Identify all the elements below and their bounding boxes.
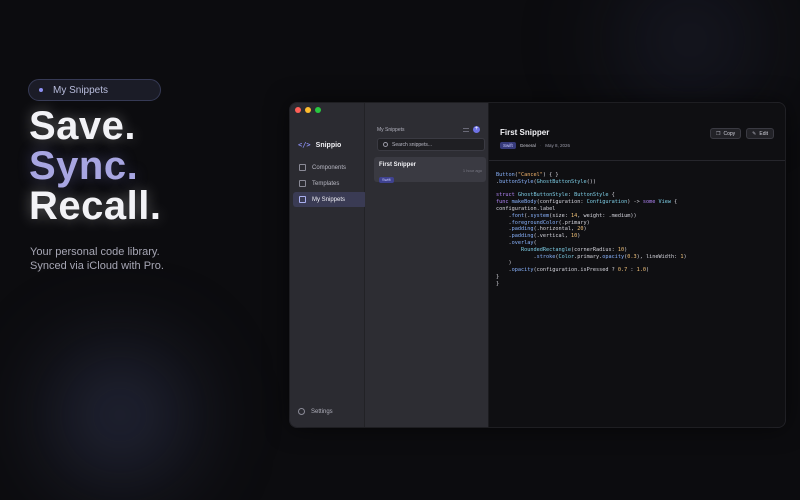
pill-label: My Snippets — [53, 84, 109, 96]
edit-label: Edit — [759, 130, 768, 137]
search-input[interactable] — [392, 141, 482, 148]
settings-button[interactable]: Settings — [298, 408, 333, 415]
hero-line-2: Sync. — [29, 144, 139, 188]
copy-button[interactable]: ❐ Copy — [710, 128, 742, 139]
zoom-window-button[interactable] — [315, 107, 321, 113]
detail-title: First Snipper — [500, 128, 550, 137]
tagline-line-2: Synced via iCloud with Pro. — [30, 260, 164, 272]
search-icon — [383, 142, 388, 147]
grid-icon — [299, 164, 306, 171]
sidebar-item-templates[interactable]: Templates — [293, 176, 367, 191]
minimize-window-button[interactable] — [305, 107, 311, 113]
detail-actions: ❐ Copy ✎ Edit — [710, 128, 774, 139]
sidebar-item-label: Templates — [312, 180, 340, 187]
add-snippet-button[interactable]: + — [473, 126, 480, 133]
sidebar-item-label: My Snippets — [312, 196, 346, 203]
edit-button[interactable]: ✎ Edit — [746, 128, 774, 139]
meta-separator: · — [539, 143, 542, 148]
pill-dot-icon — [39, 88, 43, 92]
code-block: Button("Cancel") { } .buttonStyle(GhostB… — [496, 172, 687, 287]
app-name: Snippio — [315, 141, 342, 149]
close-window-button[interactable] — [295, 107, 301, 113]
bookmark-icon — [299, 196, 306, 203]
background-glow — [560, 0, 800, 120]
copy-label: Copy — [723, 130, 736, 137]
background-glow — [10, 330, 230, 500]
list-actions: + — [463, 126, 480, 133]
language-badge: Swift — [379, 177, 394, 183]
sidebar-item-my-snippets[interactable]: My Snippets — [293, 192, 367, 207]
sort-icon[interactable] — [463, 127, 469, 132]
hero-line-1: Save. — [29, 104, 137, 148]
gear-icon — [298, 408, 305, 415]
detail-meta: Swift General · May 8, 2026 — [500, 142, 570, 149]
tagline-line-1: Your personal code library. — [30, 246, 160, 258]
sidebar-item-label: Components — [312, 164, 347, 171]
code-logo-icon: </> — [298, 141, 311, 149]
language-tag: Swift — [500, 142, 516, 149]
detail-header: First Snipper Swift General · May 8, 202… — [489, 103, 785, 161]
settings-label: Settings — [311, 408, 333, 415]
category-label: General — [519, 143, 536, 148]
sidebar-nav: Components Templates My Snippets — [293, 160, 368, 208]
search-bar[interactable] — [377, 138, 485, 151]
hero-line-3: Recall. — [29, 184, 162, 228]
section-pill: My Snippets — [28, 79, 161, 101]
list-item[interactable]: First Snipper Swift 1 hour ago — [374, 157, 486, 183]
snippet-list-panel: My Snippets + First Snipper Swift 1 hour… — [365, 103, 489, 427]
sidebar: </> Snippio Components Templates My Snip… — [290, 103, 368, 427]
copy-icon: ❐ — [716, 130, 721, 137]
sidebar-item-components[interactable]: Components — [293, 160, 367, 175]
hero-tagline: Your personal code library. Synced via i… — [30, 245, 164, 273]
app-brand: </> Snippio — [298, 141, 341, 149]
snippet-detail: First Snipper Swift General · May 8, 202… — [489, 103, 785, 427]
snippet-time: 1 hour ago — [462, 168, 482, 173]
date-label: May 8, 2026 — [545, 143, 571, 148]
template-icon — [299, 180, 306, 187]
app-window: </> Snippio Components Templates My Snip… — [290, 103, 785, 427]
hero-headline: Save. Sync. Recall. — [29, 106, 161, 226]
pencil-icon: ✎ — [752, 130, 757, 137]
list-header: My Snippets — [377, 127, 405, 133]
window-controls — [295, 107, 321, 113]
